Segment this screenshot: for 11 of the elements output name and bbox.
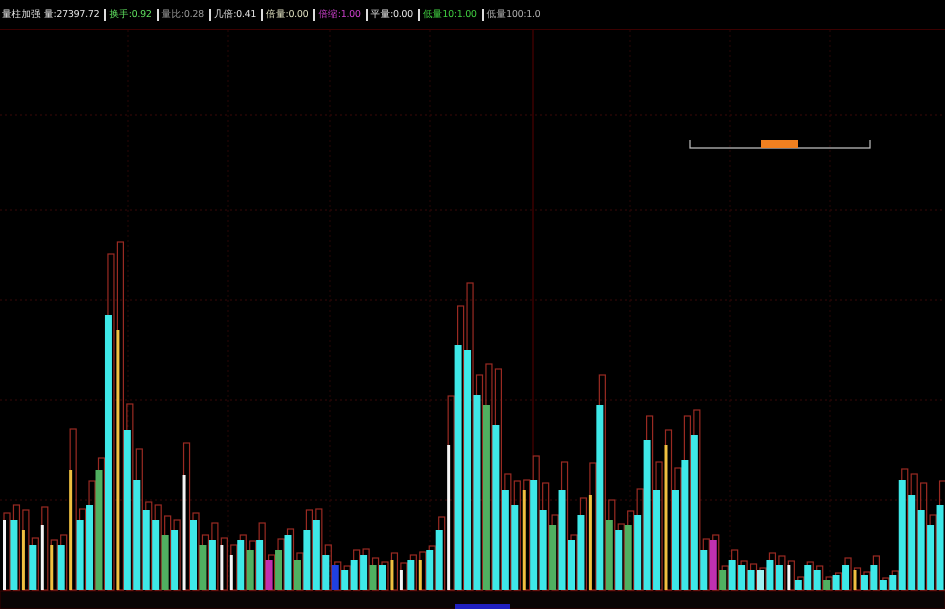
- indicator-value: 低量100:1.0: [486, 8, 540, 21]
- indicator-value: 量比:0.28: [162, 8, 204, 21]
- indicator-value: 平量:0.00: [370, 8, 413, 21]
- scroll-marker: [455, 604, 510, 609]
- indicator-value: 倍缩:1.00: [318, 8, 361, 21]
- indicator-value: 几倍:0.41: [214, 8, 256, 21]
- indicator-title: 量柱加强: [2, 8, 41, 21]
- indicator-value: 换手:0.92: [109, 8, 152, 21]
- indicator-value: 低量10:1.00: [422, 8, 477, 21]
- indicator-value: 倍量:0.00: [266, 8, 308, 21]
- indicator-value: 量:27397.72: [44, 8, 100, 21]
